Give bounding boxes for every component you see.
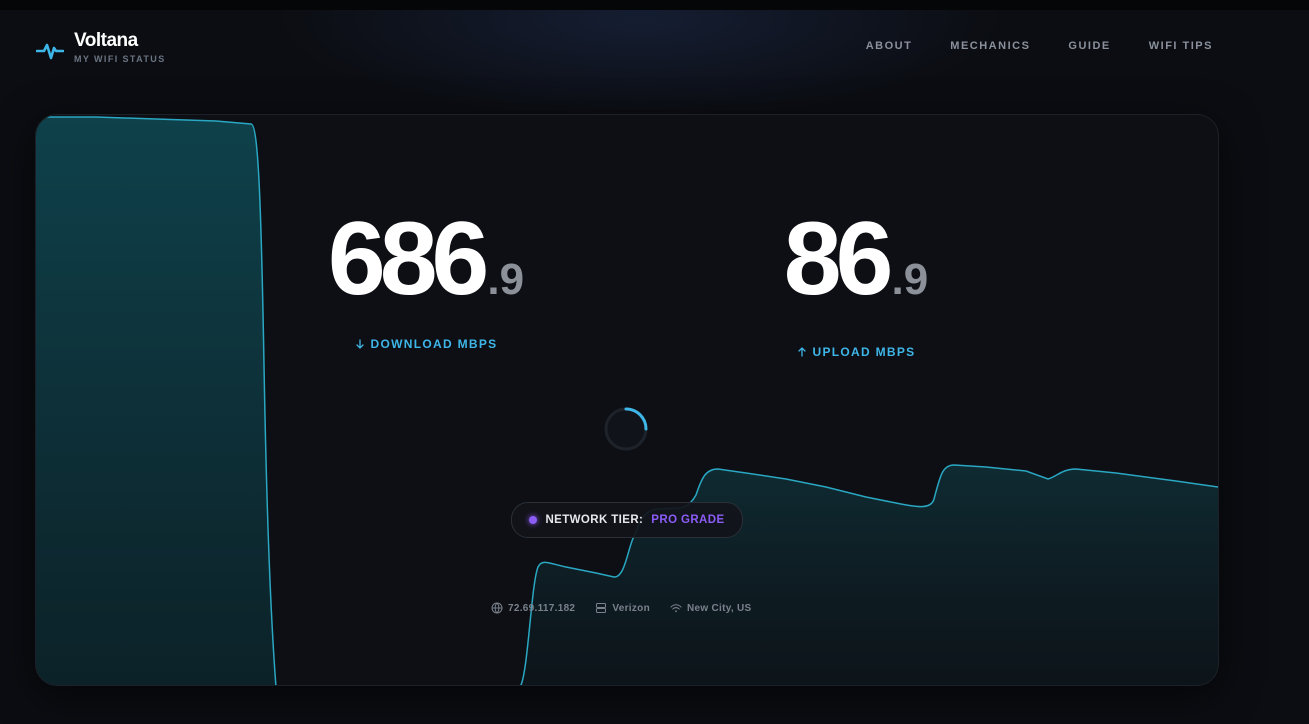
tier-status-dot — [529, 516, 538, 524]
globe-icon — [491, 602, 503, 614]
provider-info: Verizon — [595, 602, 650, 614]
provider-name: Verizon — [612, 602, 650, 614]
location-name: New City, US — [686, 602, 752, 614]
server-icon — [596, 603, 607, 613]
ip-address: 72.69.117.182 — [508, 602, 576, 614]
ip-info: 72.69.117.182 — [491, 602, 575, 614]
window-top-bar — [0, 0, 1309, 10]
brand-subtitle: MY WIFI STATUS — [74, 54, 166, 64]
pulse-logo-icon — [36, 43, 64, 60]
download-metric: 686.9 DOWNLOAD MBPS — [311, 207, 541, 351]
download-label-row: DOWNLOAD MBPS — [311, 337, 541, 351]
nav-guide[interactable]: GUIDE — [1068, 40, 1110, 52]
download-graph-area — [36, 117, 276, 685]
wifi-icon — [670, 604, 682, 613]
upload-decimal: .9 — [891, 255, 929, 304]
download-label: DOWNLOAD MBPS — [370, 337, 498, 351]
nav-about[interactable]: ABOUT — [866, 40, 913, 52]
upload-value-row: 86.9 — [741, 207, 971, 311]
network-tier-badge: NETWORK TIER: PRO GRADE — [511, 502, 743, 538]
location-info: New City, US — [670, 602, 752, 614]
page: Voltana MY WIFI STATUS ABOUT MECHANICS G… — [0, 0, 1309, 724]
upload-label: UPLOAD MBPS — [812, 345, 916, 359]
nav-wifi-tips[interactable]: WIFI TIPS — [1149, 40, 1213, 52]
arrow-up-icon — [797, 347, 806, 357]
connection-info: 72.69.117.182 Verizon New City, US — [491, 602, 752, 614]
loading-spinner-icon — [604, 407, 648, 451]
download-value-row: 686.9 — [311, 207, 541, 311]
tier-value: PRO GRADE — [651, 514, 725, 526]
main-nav: ABOUT MECHANICS GUIDE WIFI TIPS — [866, 40, 1213, 52]
download-value: 686 — [327, 201, 490, 317]
download-decimal: .9 — [487, 255, 525, 304]
tier-label: NETWORK TIER: — [545, 514, 644, 526]
brand-name: Voltana — [74, 30, 138, 51]
arrow-down-icon — [355, 339, 364, 349]
upload-value: 86 — [783, 201, 894, 317]
speed-graph — [36, 116, 1218, 685]
upload-label-row: UPLOAD MBPS — [741, 345, 971, 359]
brand[interactable]: Voltana MY WIFI STATUS — [36, 30, 166, 64]
speed-card: 686.9 DOWNLOAD MBPS 86.9 UPLOAD MBPS NET… — [35, 114, 1219, 686]
upload-metric: 86.9 UPLOAD MBPS — [741, 207, 971, 359]
nav-mechanics[interactable]: MECHANICS — [950, 40, 1030, 52]
